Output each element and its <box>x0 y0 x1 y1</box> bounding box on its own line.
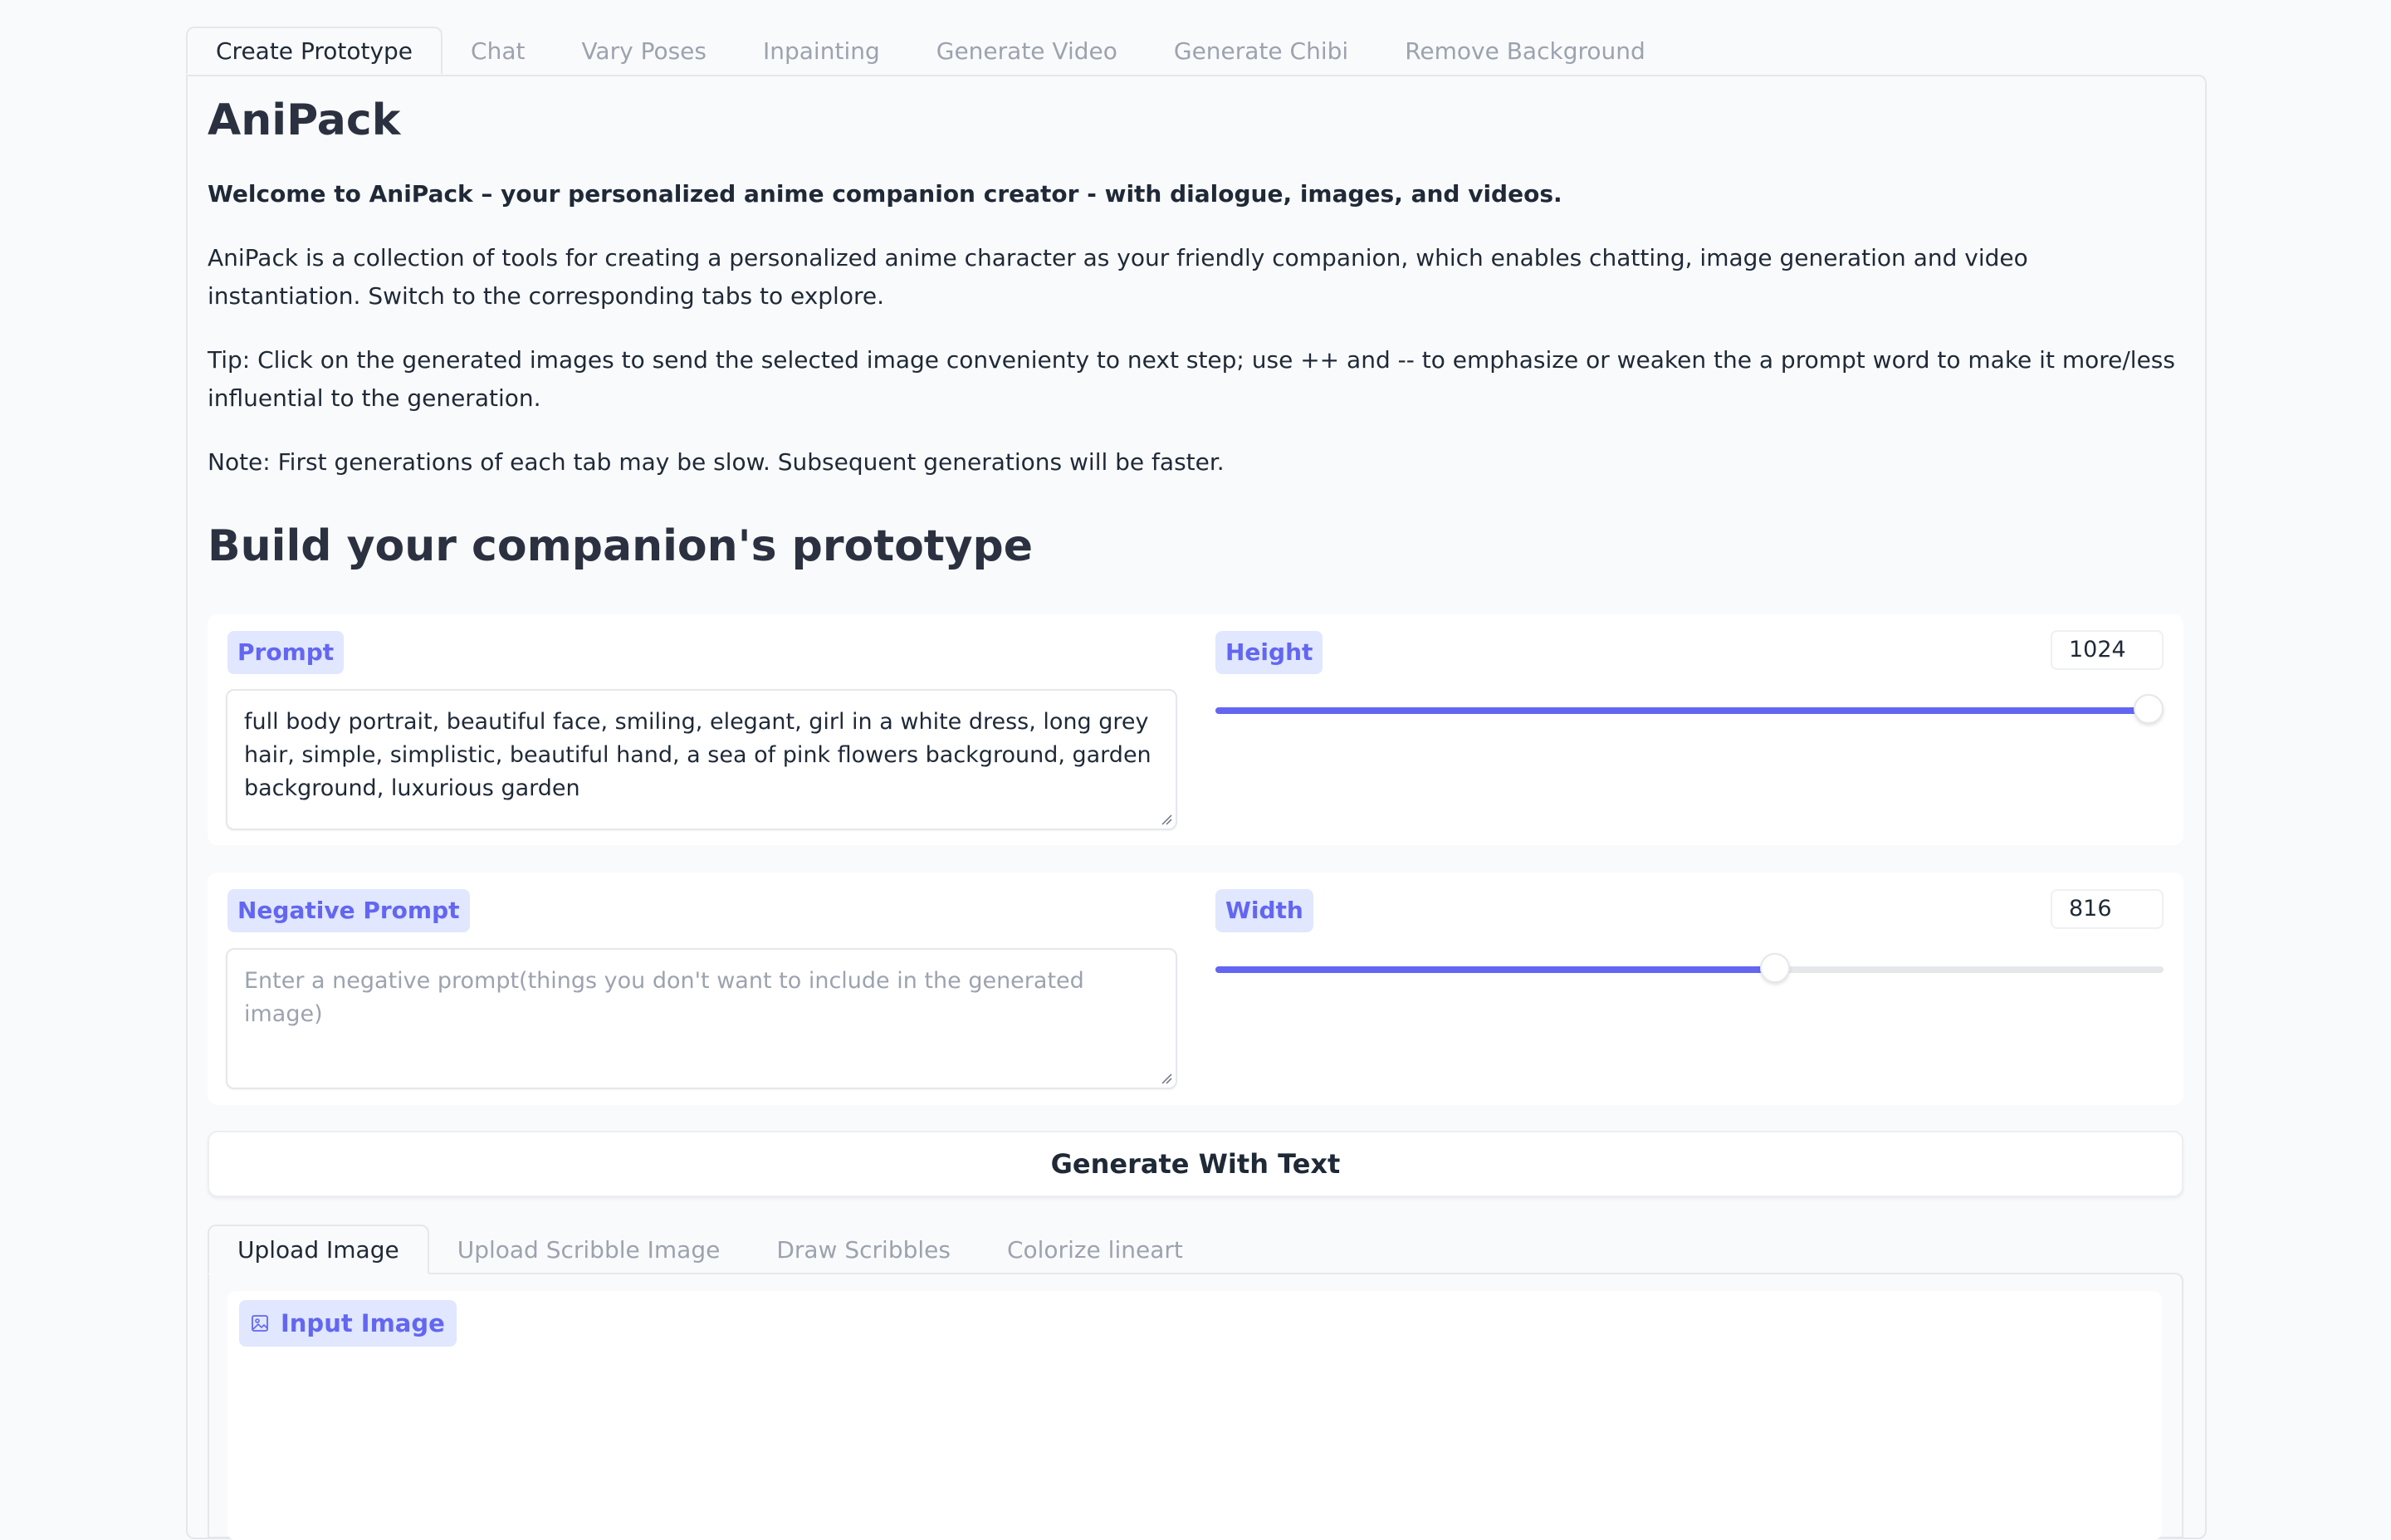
tab-vary-poses[interactable]: Vary Poses <box>553 27 735 75</box>
height-slider-thumb[interactable] <box>2133 694 2164 724</box>
tab-chat[interactable]: Chat <box>443 27 553 75</box>
tab-create-prototype[interactable]: Create Prototype <box>186 27 443 75</box>
negative-prompt-input[interactable] <box>226 948 1177 1089</box>
tab-draw-scribbles[interactable]: Draw Scribbles <box>748 1225 979 1274</box>
image-upload-dropzone[interactable] <box>227 1291 2162 1540</box>
prompt-input[interactable]: full body portrait, beautiful face, smil… <box>226 689 1177 830</box>
tab-generate-chibi[interactable]: Generate Chibi <box>1146 27 1376 75</box>
image-icon <box>252 1315 268 1332</box>
height-slider-fill <box>1215 707 2149 714</box>
prompt-label: Prompt <box>227 631 345 674</box>
width-number-input[interactable]: 816 <box>2051 889 2164 929</box>
width-slider-thumb[interactable] <box>1759 953 1790 983</box>
tab-inpainting[interactable]: Inpainting <box>735 27 908 75</box>
height-number-input[interactable]: 1024 <box>2051 630 2164 670</box>
note-text: Note: First generations of each tab may … <box>208 448 1225 476</box>
input-image-label-text: Input Image <box>281 1309 445 1337</box>
input-image-label: Input Image <box>239 1300 457 1347</box>
negative-prompt-label: Negative Prompt <box>227 889 470 932</box>
width-slider-fill <box>1215 966 1775 973</box>
tab-colorize-lineart[interactable]: Colorize lineart <box>979 1225 1211 1274</box>
height-label: Height <box>1215 631 1323 674</box>
tab-remove-background[interactable]: Remove Background <box>1376 27 1674 75</box>
app-title: AniPack <box>208 95 401 145</box>
width-label: Width <box>1215 889 1313 932</box>
tip-text: Tip: Click on the generated images to se… <box>208 346 2175 412</box>
height-slider[interactable] <box>1215 694 2164 724</box>
section-title: Build your companion's prototype <box>208 521 1034 571</box>
tab-generate-video[interactable]: Generate Video <box>908 27 1146 75</box>
width-slider[interactable] <box>1215 953 2164 983</box>
resize-grip-icon[interactable] <box>1161 814 1172 825</box>
image-source-tabs: Upload Image Upload Scribble Image Draw … <box>208 1225 1211 1274</box>
main-tabs: Create Prototype Chat Vary Poses Inpaint… <box>186 27 1674 75</box>
resize-grip-icon[interactable] <box>1161 1073 1172 1084</box>
tab-upload-scribble-image[interactable]: Upload Scribble Image <box>429 1225 749 1274</box>
welcome-text: Welcome to AniPack – your personalized a… <box>208 180 1562 208</box>
description-text: AniPack is a collection of tools for cre… <box>208 244 2028 310</box>
generate-with-text-button[interactable]: Generate With Text <box>208 1131 2183 1197</box>
tab-upload-image[interactable]: Upload Image <box>208 1225 429 1274</box>
